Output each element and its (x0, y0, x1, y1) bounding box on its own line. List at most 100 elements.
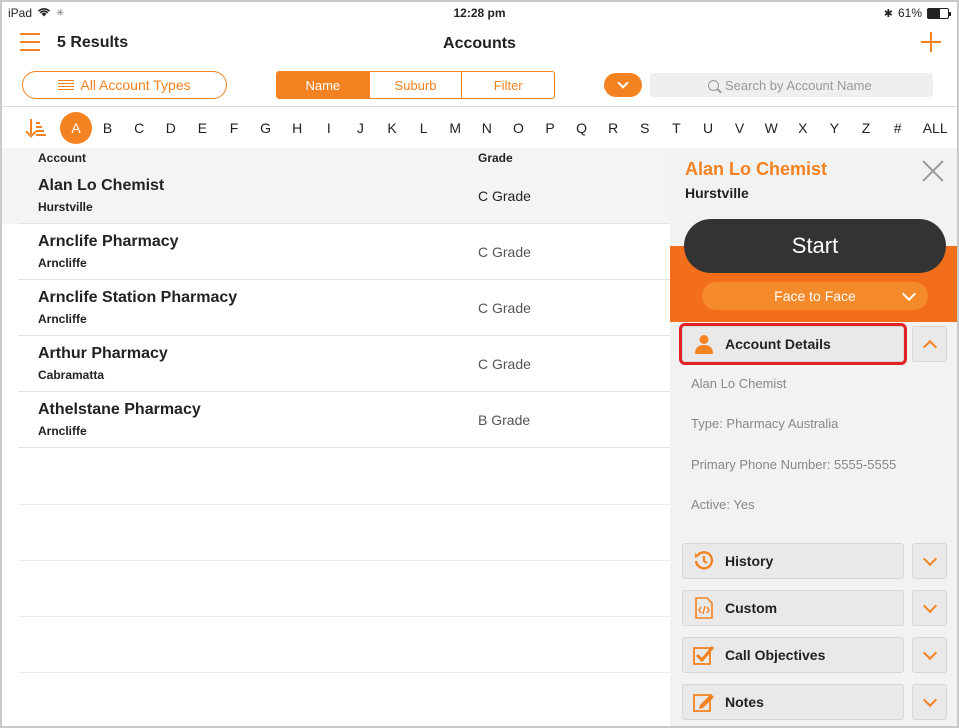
close-icon[interactable] (922, 160, 944, 182)
account-details-toggle[interactable] (912, 326, 947, 362)
alphabet-letter-n[interactable]: N (473, 114, 501, 142)
account-grade: C Grade (478, 188, 531, 204)
account-suburb: Hurstville (38, 200, 93, 214)
filter-row: All Account Types Name Suburb Filter (2, 68, 957, 102)
results-count: 5 Results (57, 34, 129, 51)
alphabet-index: A B C D E F G H I J K L M N O P Q R S T U V W X Y Z # ALL (2, 106, 957, 148)
alphabet-letter-d[interactable]: D (157, 114, 185, 142)
checkbox-icon (691, 644, 717, 666)
account-types-button[interactable]: All Account Types (22, 71, 227, 99)
notes-toggle[interactable] (912, 684, 947, 720)
table-row[interactable]: Alan Lo Chemist Hurstville C Grade (2, 168, 670, 224)
history-section[interactable]: History (682, 543, 904, 579)
account-suburb: Arncliffe (38, 312, 87, 326)
account-name: Alan Lo Chemist (38, 177, 165, 194)
status-bar: iPad ✳ 12:28 pm ✱ 61% (2, 2, 957, 24)
person-icon (691, 333, 717, 355)
start-call-button[interactable]: Start (684, 219, 946, 273)
alphabet-letter-u[interactable]: U (694, 114, 722, 142)
alphabet-letter-k[interactable]: K (378, 114, 406, 142)
call-mode-dropdown[interactable]: Face to Face (702, 282, 928, 310)
alphabet-letter-m[interactable]: M (441, 114, 469, 142)
table-header: Account Grade (2, 148, 670, 168)
table-row[interactable]: Athelstane Pharmacy Arncliffe B Grade (2, 392, 670, 448)
alphabet-letter-z[interactable]: Z (852, 114, 880, 142)
call-objectives-section[interactable]: Call Objectives (682, 637, 904, 673)
chevron-down-icon (901, 286, 917, 302)
alphabet-letter-t[interactable]: T (662, 114, 690, 142)
edit-note-icon (691, 691, 717, 713)
call-mode-label: Face to Face (774, 288, 856, 304)
row-divider (18, 504, 670, 505)
detail-subtitle: Hurstville (685, 185, 749, 201)
account-grade: B Grade (478, 412, 531, 428)
alphabet-letter-a[interactable]: A (60, 112, 92, 144)
alphabet-letter-j[interactable]: J (346, 114, 374, 142)
history-toggle[interactable] (912, 543, 947, 579)
alphabet-letter-l[interactable]: L (410, 114, 438, 142)
add-account-button[interactable] (921, 32, 941, 52)
sort-segmented-control: Name Suburb Filter (276, 71, 555, 99)
battery-fill (928, 8, 941, 18)
alphabet-letter-i[interactable]: I (315, 114, 343, 142)
account-suburb: Arncliffe (38, 256, 87, 270)
notes-section[interactable]: Notes (682, 684, 904, 720)
account-details-label: Account Details (725, 336, 831, 352)
custom-section[interactable]: Custom (682, 590, 904, 626)
detail-active: Active: Yes (691, 497, 755, 512)
list-icon (58, 79, 75, 91)
status-time: 12:28 pm (453, 6, 506, 20)
alphabet-letter-b[interactable]: B (94, 114, 122, 142)
alphabet-letter-e[interactable]: E (188, 114, 216, 142)
segment-name[interactable]: Name (277, 72, 370, 98)
menu-icon[interactable] (20, 33, 40, 51)
search-input[interactable] (725, 77, 875, 93)
search-scope-dropdown[interactable] (604, 73, 642, 97)
chevron-up-icon (922, 339, 937, 354)
account-types-label: All Account Types (80, 77, 191, 93)
call-objectives-label: Call Objectives (725, 647, 826, 663)
chevron-down-icon (922, 598, 937, 613)
segment-filter[interactable]: Filter (462, 72, 554, 98)
alphabet-letter-f[interactable]: F (220, 114, 248, 142)
table-row[interactable]: Arnclife Pharmacy Arncliffe C Grade (2, 224, 670, 280)
row-divider (18, 560, 670, 561)
alphabet-letter-all[interactable]: ALL (917, 114, 953, 142)
alphabet-letter-y[interactable]: Y (820, 114, 848, 142)
account-name: Arthur Pharmacy (38, 345, 168, 362)
table-row[interactable]: Arthur Pharmacy Cabramatta C Grade (2, 336, 670, 392)
alphabet-letter-w[interactable]: W (757, 114, 785, 142)
table-row[interactable]: Arnclife Station Pharmacy Arncliffe C Gr… (2, 280, 670, 336)
alphabet-letter-hash[interactable]: # (884, 114, 912, 142)
alphabet-letter-x[interactable]: X (789, 114, 817, 142)
custom-toggle[interactable] (912, 590, 947, 626)
history-label: History (725, 553, 774, 569)
history-icon (691, 550, 717, 572)
code-file-icon (691, 597, 717, 619)
alphabet-letter-g[interactable]: G (252, 114, 280, 142)
chevron-down-icon (922, 645, 937, 660)
detail-title: Alan Lo Chemist (685, 159, 828, 179)
custom-label: Custom (725, 600, 778, 616)
account-grade: C Grade (478, 356, 531, 372)
account-grade: C Grade (478, 300, 531, 316)
alphabet-letter-v[interactable]: V (726, 114, 754, 142)
battery-percent: 61% (897, 6, 922, 20)
segment-suburb[interactable]: Suburb (370, 72, 463, 98)
search-icon (708, 79, 719, 91)
nav-bar: 5 Results Accounts (2, 24, 957, 64)
alphabet-letter-s[interactable]: S (631, 114, 659, 142)
account-details-section[interactable]: Account Details (679, 323, 907, 365)
alphabet-letter-p[interactable]: P (536, 114, 564, 142)
alphabet-letter-q[interactable]: Q (568, 114, 596, 142)
alphabet-letter-h[interactable]: H (283, 114, 311, 142)
alphabet-letter-c[interactable]: C (125, 114, 153, 142)
alphabet-letter-r[interactable]: R (599, 114, 627, 142)
page-title: Accounts (443, 35, 516, 52)
alphabet-letter-o[interactable]: O (504, 114, 532, 142)
app-frame: iPad ✳ 12:28 pm ✱ 61% 5 Results Accounts… (0, 0, 959, 728)
sort-order-icon[interactable] (28, 119, 46, 137)
row-divider (18, 672, 670, 673)
account-suburb: Arncliffe (38, 424, 87, 438)
call-objectives-toggle[interactable] (912, 637, 947, 673)
